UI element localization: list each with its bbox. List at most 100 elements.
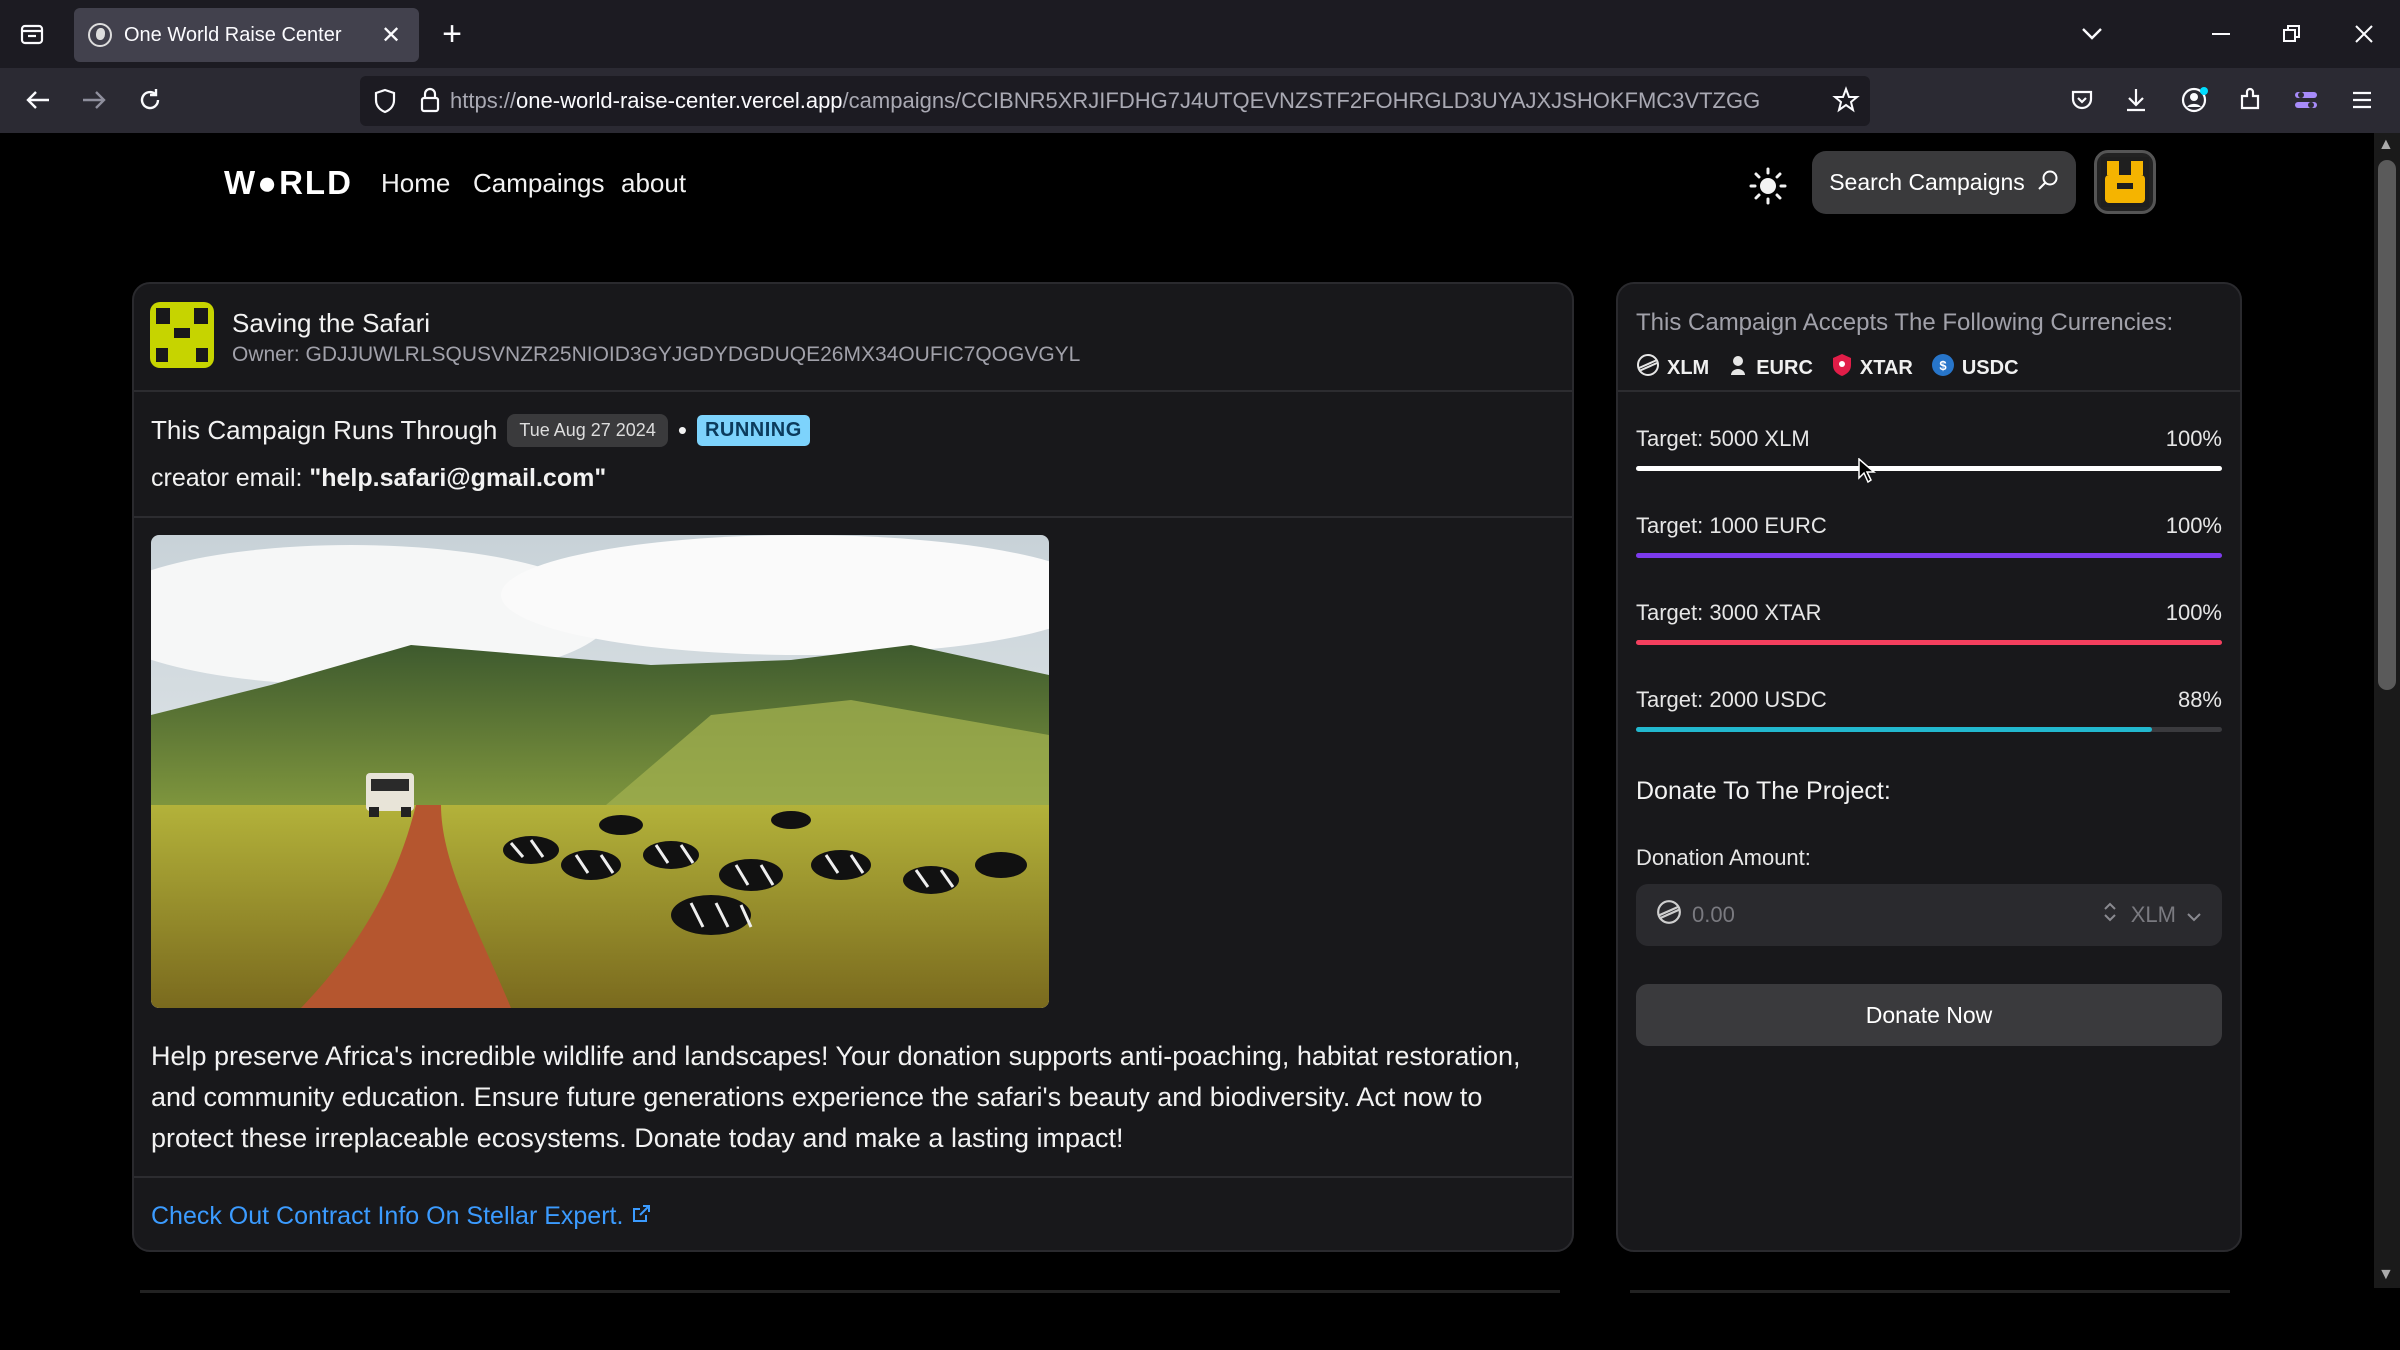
stellar-icon (1656, 899, 1682, 931)
bullet: • (677, 415, 687, 445)
target-label: Target: 1000 EURC (1636, 513, 1827, 538)
currency-xtar: XTAR (1831, 353, 1913, 383)
target-label: Target: 5000 XLM (1636, 426, 1810, 451)
shield-icon (1831, 353, 1853, 383)
currency-code: XLM (1667, 356, 1710, 379)
divider (134, 1176, 1572, 1178)
nav-home[interactable]: Home (381, 168, 450, 199)
target-percent: 88% (2177, 687, 2222, 712)
nav-about[interactable]: about (621, 168, 686, 199)
minimize-icon[interactable] (2198, 10, 2246, 58)
donation-amount-label: Donation Amount: (1636, 845, 1811, 870)
contract-info-link[interactable]: Check Out Contract Info On Stellar Exper… (151, 1202, 651, 1231)
campaign-avatar (150, 302, 214, 368)
currency-usdc: $ USDC (1931, 353, 2019, 383)
menu-icon[interactable] (2338, 76, 2386, 124)
target-row-xlm: Target: 5000 XLM 100% (1636, 426, 2222, 476)
divider (134, 390, 1572, 392)
tab-list-icon[interactable] (8, 10, 56, 58)
selected-currency: XLM (2130, 902, 2176, 927)
campaign-owner: Owner: GDJJUWLRLSQUSVNZR25NIOID3GYJGDYDG… (232, 343, 1081, 366)
target-label: Target: 3000 XTAR (1636, 600, 1822, 625)
stellar-icon (1636, 353, 1660, 383)
extension-toggle-icon[interactable] (2282, 76, 2330, 124)
list-all-tabs-icon[interactable] (2068, 10, 2116, 58)
divider (1618, 390, 2240, 392)
stepper-icon[interactable] (2103, 901, 2117, 929)
target-percent: 100% (2165, 513, 2222, 538)
donate-now-button[interactable]: Donate Now (1636, 984, 2222, 1046)
browser-tab-active[interactable]: One World Raise Center ✕ (74, 8, 419, 62)
mouse-cursor-icon (1858, 457, 1877, 489)
end-date-badge: Tue Aug 27 2024 (507, 414, 668, 447)
status-badge: RUNNING (696, 415, 810, 446)
address-bar[interactable]: https://one-world-raise-center.vercel.ap… (360, 76, 1870, 126)
url-path: /campaigns/CCIBNR5XRJIFDHG7J4UTQEVNZSTF2… (842, 88, 1761, 113)
search-campaigns-button[interactable]: Search Campaigns (1812, 151, 2076, 214)
currency-select[interactable]: XLM (2131, 902, 2202, 928)
downloads-icon[interactable] (2112, 76, 2160, 124)
campaign-runs-row: This Campaign Runs Through Tue Aug 27 20… (151, 414, 810, 447)
progress-track (1636, 727, 2222, 732)
nav-campaigns[interactable]: Campaings (473, 168, 605, 199)
search-campaigns-label: Search Campaigns (1829, 169, 2025, 195)
tab-title: One World Raise Center (124, 23, 342, 46)
progress-track (1636, 640, 2222, 645)
campaign-description: Help preserve Africa's incredible wildli… (151, 1041, 1521, 1153)
donation-amount-field[interactable]: 0.00 XLM (1636, 884, 2222, 946)
currency-code: EURC (1756, 356, 1813, 379)
back-icon[interactable] (14, 76, 62, 124)
forward-icon[interactable] (70, 76, 118, 124)
currency-xlm: XLM (1636, 353, 1709, 383)
currency-eurc: EURC (1727, 353, 1813, 383)
scroll-down-icon[interactable]: ▼ (2378, 1266, 2394, 1284)
scrollbar-thumb[interactable] (2378, 160, 2396, 690)
divider (134, 516, 1572, 518)
progress-fill (1636, 640, 2222, 645)
search-icon (2037, 169, 2059, 197)
currencies-heading: This Campaign Accepts The Following Curr… (1636, 309, 2174, 336)
target-percent: 100% (2165, 426, 2222, 451)
close-window-icon[interactable] (2340, 10, 2388, 58)
person-icon (1727, 353, 1749, 383)
restore-icon[interactable] (2268, 10, 2316, 58)
scroll-up-icon[interactable]: ▲ (2378, 136, 2394, 154)
currency-code: XTAR (1859, 356, 1913, 379)
contract-info-link-text: Check Out Contract Info On Stellar Exper… (151, 1202, 624, 1230)
reload-icon[interactable] (126, 76, 174, 124)
shield-icon[interactable] (372, 88, 398, 119)
user-avatar[interactable] (2094, 150, 2156, 214)
site-logo[interactable]: W●RLD (224, 164, 353, 202)
page-bottom-edge (0, 1290, 2374, 1350)
campaign-image (151, 535, 1049, 1008)
globe-icon (88, 23, 112, 47)
target-label: Target: 2000 USDC (1636, 687, 1827, 712)
progress-fill (1636, 553, 2222, 558)
new-tab-button[interactable]: + (428, 10, 476, 58)
extensions-icon[interactable] (2226, 76, 2274, 124)
theme-toggle-sun-icon[interactable] (1748, 166, 1788, 206)
bookmark-star-icon[interactable] (1832, 86, 1860, 119)
usdc-icon: $ (1931, 353, 1955, 383)
progress-track (1636, 466, 2222, 471)
creator-email: "help.safari@gmail.com" (309, 464, 607, 492)
svg-text:$: $ (1939, 358, 1947, 373)
currency-list: XLM EURC XTAR $ USDC (1636, 353, 2019, 383)
progress-fill (1636, 727, 2152, 732)
external-link-icon (631, 1202, 651, 1231)
progress-track (1636, 553, 2222, 558)
pocket-icon[interactable] (2058, 76, 2106, 124)
chevron-down-icon (2186, 902, 2202, 928)
account-icon[interactable] (2170, 76, 2218, 124)
campaign-name: Saving the Safari (232, 308, 431, 338)
donate-heading: Donate To The Project: (1636, 777, 1891, 805)
donation-amount-input[interactable]: 0.00 (1692, 902, 2103, 928)
currency-code: USDC (1961, 356, 2019, 379)
lock-icon[interactable] (418, 86, 442, 119)
url-host: one-world-raise-center.vercel.app (516, 88, 843, 113)
close-tab-icon[interactable]: ✕ (377, 21, 405, 50)
browser-tab-bar: One World Raise Center ✕ + (0, 0, 2400, 68)
target-row-eurc: Target: 1000 EURC 100% (1636, 513, 2222, 563)
creator-email-row: creator email: "help.safari@gmail.com" (151, 464, 606, 493)
target-row-usdc: Target: 2000 USDC 88% (1636, 687, 2222, 737)
